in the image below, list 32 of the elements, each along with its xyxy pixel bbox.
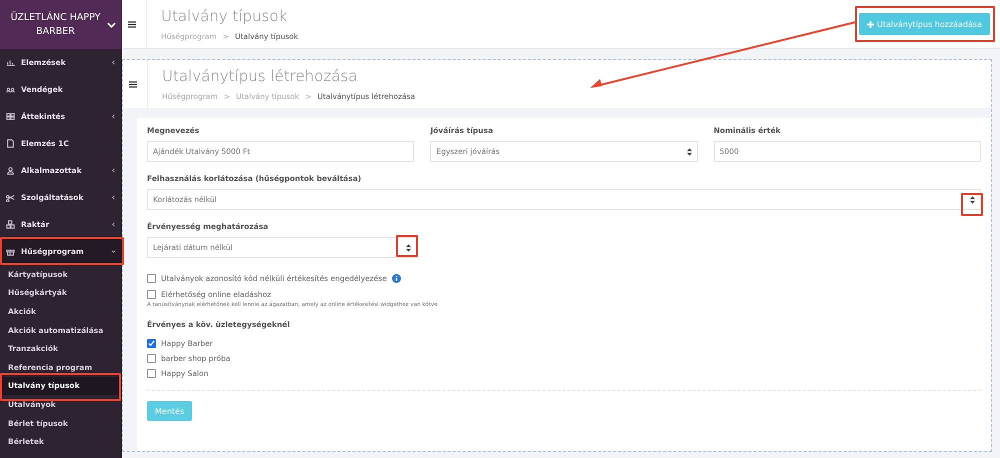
checkbox[interactable] xyxy=(147,369,156,378)
chart-icon xyxy=(6,58,15,67)
checkbox[interactable] xyxy=(147,339,156,348)
chevron-left-icon xyxy=(111,195,116,200)
sort-arrows-icon xyxy=(406,244,411,252)
scissors-icon xyxy=(6,193,15,202)
sort-arrows-icon xyxy=(686,148,692,156)
users-icon xyxy=(6,85,15,94)
highlight-frame xyxy=(961,193,983,216)
gift-icon xyxy=(6,247,15,256)
plus-icon xyxy=(867,20,874,28)
document-icon xyxy=(6,139,15,148)
highlight-frame xyxy=(396,235,418,257)
chevron-left-icon xyxy=(111,168,116,173)
info-icon[interactable] xyxy=(392,274,401,283)
cubes-icon xyxy=(6,220,15,229)
grid-icon xyxy=(6,112,15,121)
chevron-left-icon xyxy=(111,222,116,227)
chevron-left-icon xyxy=(111,60,116,65)
menu-icon[interactable] xyxy=(128,20,136,28)
brand-name: ÜZLETLÁNC HAPPY BARBER xyxy=(10,10,102,38)
user-icon xyxy=(6,166,15,175)
chevron-down-icon xyxy=(111,249,116,254)
chevron-down-icon[interactable] xyxy=(107,22,116,28)
sort-arrows-icon xyxy=(970,196,975,204)
menu-icon[interactable] xyxy=(129,80,137,88)
page-title: Utalvány típusok xyxy=(161,7,288,25)
checkbox[interactable] xyxy=(147,274,156,283)
checkbox[interactable] xyxy=(147,290,156,299)
chevron-left-icon xyxy=(111,114,116,119)
checkbox[interactable] xyxy=(147,354,156,363)
section-title: Utalványtípus létrehozása xyxy=(162,67,358,85)
